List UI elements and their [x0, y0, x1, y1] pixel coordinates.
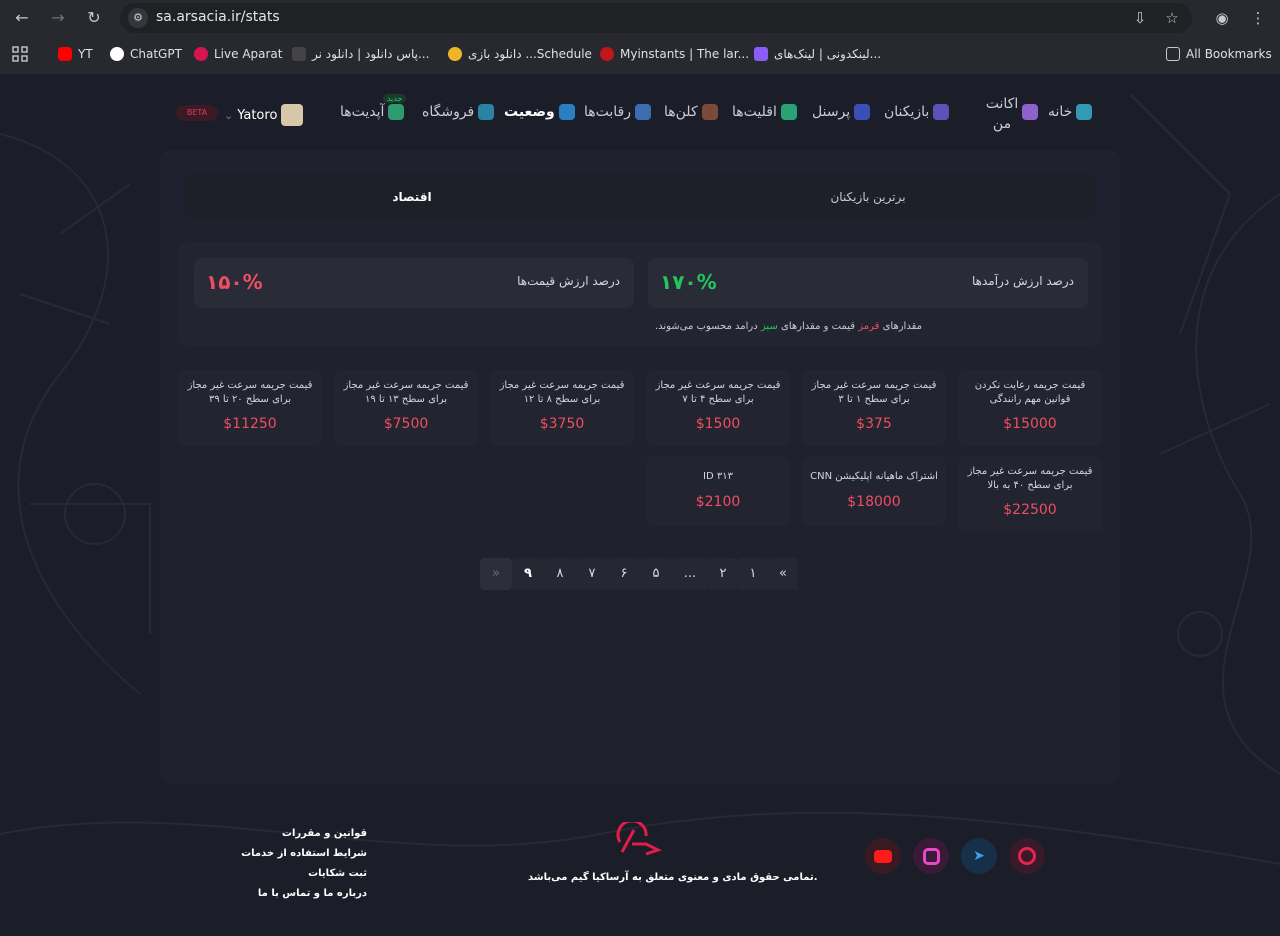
nav-status[interactable]: وضعیت — [504, 104, 575, 120]
price-card: قیمت جریمه سرعت غیر مجاز برای سطح ۱۳ تا … — [334, 370, 478, 446]
percent-section: درصد ارزش درآمدها ۱۷۰% درصد ارزش قیمت‌ها… — [178, 242, 1102, 346]
tab-economy[interactable]: اقتصاد — [184, 174, 640, 220]
footer-link-rules[interactable]: قوانین و مقررات — [241, 824, 367, 844]
page-button[interactable]: ۲ — [708, 558, 738, 590]
status-chart-icon — [558, 104, 575, 120]
site-settings-icon[interactable]: ⚙ — [128, 8, 148, 28]
clans-icon — [701, 104, 718, 120]
bookmark-live-aparat[interactable]: Live Aparat — [194, 45, 283, 63]
schedule-site-icon — [448, 47, 462, 61]
bookmark-yt[interactable]: YT — [58, 45, 93, 63]
page-button[interactable]: ۱ — [738, 558, 768, 590]
footer-link-terms[interactable]: شرایط استفاده از خدمات — [241, 844, 367, 864]
price-card: ID ۳۱۳ $2100 — [646, 456, 790, 526]
page-button-current[interactable]: ۹ — [512, 558, 544, 590]
back-arrow-icon[interactable]: ← — [11, 7, 33, 29]
apps-grid-icon[interactable] — [12, 45, 28, 63]
price-card: قیمت جریمه سرعت غیر مجاز برای سطح ۲۰ تا … — [178, 370, 322, 446]
main-panel: برترین بازیکنان اقتصاد درصد ارزش درآمدها… — [160, 150, 1120, 784]
price-card: اشتراک ماهیانه اپلیکیشن CNN $18000 — [802, 456, 946, 526]
chevron-down-icon: ⌄ — [224, 108, 234, 122]
page-button[interactable]: ۷ — [576, 558, 608, 590]
price-card: قیمت جریمه رعایت نکردن قوانین مهم رانندگ… — [958, 370, 1102, 446]
chatgpt-icon — [110, 47, 124, 61]
bookmark-star-icon[interactable]: ☆ — [1161, 7, 1183, 29]
page-button[interactable]: ۶ — [608, 558, 640, 590]
myinstants-icon — [600, 47, 614, 61]
browser-chrome: ← → ↻ ⚙ sa.arsacia.ir/stats ⇩ ☆ ◉ ⋮ YT C… — [0, 0, 1280, 74]
download-site-icon — [292, 47, 306, 61]
menu-dots-icon[interactable]: ⋮ — [1246, 6, 1270, 30]
site-navbar: خانه اکانت من بازیکنان پرسنل اقلیت‌ها کل… — [160, 74, 1120, 150]
bookmarks-bar: YT ChatGPT Live Aparat پاس دانلود | دانل… — [0, 38, 1280, 70]
home-icon — [1076, 104, 1093, 120]
nav-shop[interactable]: فروشگاه — [422, 104, 495, 120]
price-card: قیمت جریمه سرعت غیر مجاز برای سطح ۸ تا ۱… — [490, 370, 634, 446]
price-card: قیمت جریمه سرعت غیر مجاز برای سطح ۱ تا ۳… — [802, 370, 946, 446]
page-prev-button[interactable]: « — [768, 558, 798, 590]
price-percent-card: درصد ارزش قیمت‌ها ۱۵۰% — [194, 258, 634, 308]
price-card: قیمت جریمه سرعت غیر مجاز برای سطح ۴ تا ۷… — [646, 370, 790, 446]
percent-note: مقدارهای قرمز قیمت و مقدارهای سبز درامد … — [654, 321, 922, 332]
tab-top-players[interactable]: برترین بازیکنان — [640, 174, 1096, 220]
avatar — [281, 104, 304, 126]
youtube-icon — [58, 47, 72, 61]
youtube-social-icon[interactable] — [865, 838, 901, 874]
bookmark-pass-download[interactable]: پاس دانلود | دانلود نر... — [292, 45, 429, 63]
nav-competitions[interactable]: رقابت‌ها — [584, 104, 652, 120]
nav-clans[interactable]: کلن‌ها — [664, 104, 718, 120]
forward-arrow-icon[interactable]: → — [47, 7, 69, 29]
bookmark-myinstants[interactable]: Myinstants | The lar... — [600, 45, 749, 63]
url-text[interactable]: sa.arsacia.ir/stats — [156, 9, 280, 25]
nav-home[interactable]: خانه — [1048, 104, 1093, 120]
footer-link-complaints[interactable]: ثبت شکایات — [241, 864, 367, 884]
install-app-icon[interactable]: ⇩ — [1129, 7, 1151, 29]
all-bookmarks[interactable]: All Bookmarks — [1166, 45, 1272, 63]
price-card: قیمت جریمه سرعت غیر مجاز برای سطح ۴۰ به … — [958, 456, 1102, 532]
shop-cart-icon — [478, 104, 495, 120]
bookmark-linkdooni[interactable]: لینکدونی | لینک‌های... — [754, 45, 881, 63]
page-ellipsis: ... — [672, 558, 708, 590]
competitions-icon — [635, 104, 652, 120]
reload-icon[interactable]: ↻ — [83, 7, 105, 29]
address-bar[interactable]: ⚙ sa.arsacia.ir/stats ⇩ ☆ — [120, 3, 1192, 33]
telegram-social-icon[interactable]: ➤ — [961, 838, 997, 874]
bookmark-chatgpt[interactable]: ChatGPT — [110, 45, 182, 63]
account-icon — [1022, 104, 1038, 120]
page: خانه اکانت من بازیکنان پرسنل اقلیت‌ها کل… — [0, 74, 1280, 936]
link-icon — [754, 47, 768, 61]
user-menu[interactable]: ⌄ Yatoro — [224, 104, 304, 126]
personnel-icon — [854, 104, 871, 120]
minorities-icon — [780, 104, 797, 120]
footer-copyright: تمامی حقوق مادی و معنوی متعلق به آرساکیا… — [528, 872, 818, 883]
aparat-social-icon[interactable] — [1009, 838, 1045, 874]
bookmark-schedule[interactable]: دانلود بازی ...Schedule — [448, 45, 592, 63]
nav-minorities[interactable]: اقلیت‌ها — [732, 104, 797, 120]
instagram-social-icon[interactable] — [913, 838, 949, 874]
nav-personnel[interactable]: پرسنل — [812, 104, 871, 120]
page-button[interactable]: ۵ — [640, 558, 672, 590]
footer-links: قوانین و مقررات شرایط استفاده از خدمات ث… — [241, 824, 367, 904]
footer-link-about[interactable]: درباره ما و تماس با ما — [241, 884, 367, 904]
aparat-icon — [194, 47, 208, 61]
updates-icon — [388, 104, 405, 120]
tab-bar: برترین بازیکنان اقتصاد — [184, 174, 1096, 220]
nav-account[interactable]: اکانت من — [982, 94, 1022, 134]
players-icon — [933, 104, 950, 120]
income-percent-card: درصد ارزش درآمدها ۱۷۰% — [648, 258, 1088, 308]
new-badge: جدید — [382, 94, 407, 103]
folder-icon — [1166, 47, 1180, 61]
nav-players[interactable]: بازیکنان — [884, 104, 950, 120]
beta-badge: BETA — [176, 105, 218, 121]
page-button[interactable]: ۸ — [544, 558, 576, 590]
browser-toolbar: ← → ↻ ⚙ sa.arsacia.ir/stats ⇩ ☆ ◉ ⋮ — [0, 0, 1280, 34]
profile-icon[interactable]: ◉ — [1210, 6, 1234, 30]
page-next-button[interactable]: » — [480, 558, 512, 590]
site-logo — [616, 819, 662, 858]
nav-updates[interactable]: آپدیت‌ها جدید — [340, 94, 407, 120]
